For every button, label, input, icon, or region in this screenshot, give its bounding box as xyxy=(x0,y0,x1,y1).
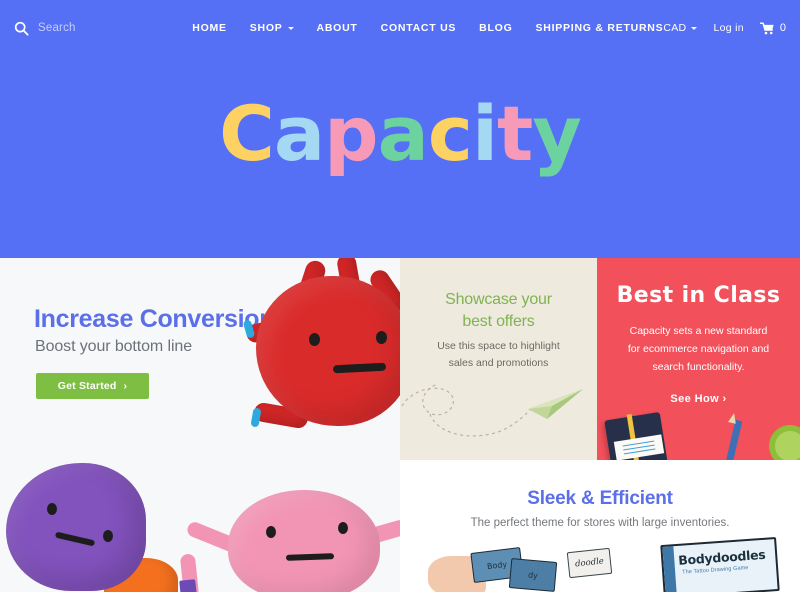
chevron-down-icon xyxy=(691,26,698,30)
plush-toy-pink xyxy=(228,490,380,592)
showcase-title-line2: best offers xyxy=(462,312,535,330)
product-minibox: doodle xyxy=(566,547,613,579)
best-in-class-body-line1: Capacity sets a new standard xyxy=(629,325,768,337)
see-how-link[interactable]: See How › xyxy=(597,393,800,405)
nav-label: SHOP xyxy=(249,22,283,34)
best-in-class-title: Best in Class xyxy=(616,283,781,308)
promo-panel-showcase-offers[interactable]: Showcase your best offers Use this space… xyxy=(400,258,597,460)
chevron-right-icon: › xyxy=(722,393,727,405)
showcase-subtitle-line1: Use this space to highlight xyxy=(437,340,560,352)
plush-pink-eye-right xyxy=(338,522,348,534)
nav-label: BLOG xyxy=(479,22,513,34)
logo-letter-i: i xyxy=(471,89,498,178)
get-started-button[interactable]: Get Started › xyxy=(36,373,149,399)
nav-label: HOME xyxy=(192,22,227,34)
login-link[interactable]: Log in xyxy=(713,22,743,34)
product-bigbox-spine xyxy=(662,546,677,592)
kiwi-fruit-inner xyxy=(775,431,800,460)
pencil-graphic xyxy=(724,419,743,460)
promo-panel-increase-conversions[interactable]: Increase Conversions Boost your bottom l… xyxy=(0,258,400,592)
chevron-down-icon xyxy=(287,26,294,30)
promo-subtitle: Boost your bottom line xyxy=(35,338,192,355)
site-logo[interactable]: Capacity xyxy=(0,96,800,172)
nav-label: CONTACT US xyxy=(380,22,457,34)
cart-count: 0 xyxy=(779,22,786,34)
showcase-subtitle: Use this space to highlight sales and pr… xyxy=(408,338,589,373)
best-in-class-body-line2: for ecommerce navigation and xyxy=(627,343,770,356)
shopping-cart-icon xyxy=(759,21,775,35)
promo-panel-sleek-efficient[interactable]: Sleek & Efficient The perfect theme for … xyxy=(400,460,800,592)
see-how-label: See How xyxy=(670,393,720,405)
plush-heart-eye-left xyxy=(309,333,320,346)
get-started-label: Get Started xyxy=(57,380,117,392)
nav-label: ABOUT xyxy=(316,22,358,34)
showcase-title-line1: Showcase your xyxy=(445,291,552,308)
sleek-subtitle: The perfect theme for stores with large … xyxy=(470,517,730,529)
logo-letter-c2: c xyxy=(427,89,473,178)
storefront-page: HOME SHOP ABOUT CONTACT US BLOG SHIPPING… xyxy=(0,0,800,592)
chevron-right-icon: › xyxy=(123,380,128,392)
nav-item-home[interactable]: HOME xyxy=(192,22,227,34)
plush-pink-cuff xyxy=(179,579,197,592)
plush-purple-eye-right xyxy=(103,530,113,542)
paper-plane-icon xyxy=(401,383,583,437)
currency-selector[interactable]: CAD xyxy=(663,22,698,34)
plush-toy-heart xyxy=(256,276,400,426)
product-card-back: dy xyxy=(508,558,558,592)
logo-letter-t: t xyxy=(497,89,533,178)
search-input[interactable] xyxy=(38,22,178,34)
best-in-class-body-line3: search functionality. xyxy=(652,361,745,374)
logo-letter-c1: C xyxy=(219,89,275,178)
utility-nav: CAD Log in 0 xyxy=(663,21,786,35)
search-icon[interactable] xyxy=(14,21,29,36)
cart-button[interactable]: 0 xyxy=(759,21,786,35)
currency-label: CAD xyxy=(663,22,687,34)
product-photo: Body dy doodle Bodydoodles The Tattoo Dr… xyxy=(400,537,800,592)
plush-pink-eye-left xyxy=(266,526,276,538)
plush-purple-eye-left xyxy=(47,503,57,515)
nav-item-about[interactable]: ABOUT xyxy=(317,22,358,34)
logo-letter-y: y xyxy=(532,89,582,178)
sleek-title: Sleek & Efficient xyxy=(527,488,673,509)
promo-panel-best-in-class[interactable]: Best in Class Capacity sets a new standa… xyxy=(597,258,800,460)
nav-item-contact-us[interactable]: CONTACT US xyxy=(381,22,457,34)
logo-letter-p: p xyxy=(324,89,378,178)
nav-item-blog[interactable]: BLOG xyxy=(479,22,512,34)
main-nav: HOME SHOP ABOUT CONTACT US BLOG SHIPPING… xyxy=(192,22,663,34)
product-bigbox: Bodydoodles The Tattoo Drawing Game xyxy=(660,537,780,592)
plush-heart-tip-2 xyxy=(250,407,262,428)
nav-item-shipping-returns[interactable]: SHIPPING & RETURNS xyxy=(536,22,664,34)
plush-heart-eye-right xyxy=(376,331,387,344)
site-header: HOME SHOP ABOUT CONTACT US BLOG SHIPPING… xyxy=(0,0,800,258)
logo-letter-a2: a xyxy=(377,89,429,178)
nav-item-shop[interactable]: SHOP xyxy=(250,22,294,34)
login-label: Log in xyxy=(713,22,744,34)
showcase-title: Showcase your best offers xyxy=(400,289,597,332)
plush-toy-purple xyxy=(6,463,146,591)
nav-label: SHIPPING & RETURNS xyxy=(535,22,664,34)
top-navigation-bar: HOME SHOP ABOUT CONTACT US BLOG SHIPPING… xyxy=(0,0,800,56)
search-box[interactable] xyxy=(14,21,186,36)
logo-letter-a1: a xyxy=(273,89,325,178)
best-in-class-body: Capacity sets a new standard for ecommer… xyxy=(609,322,788,376)
